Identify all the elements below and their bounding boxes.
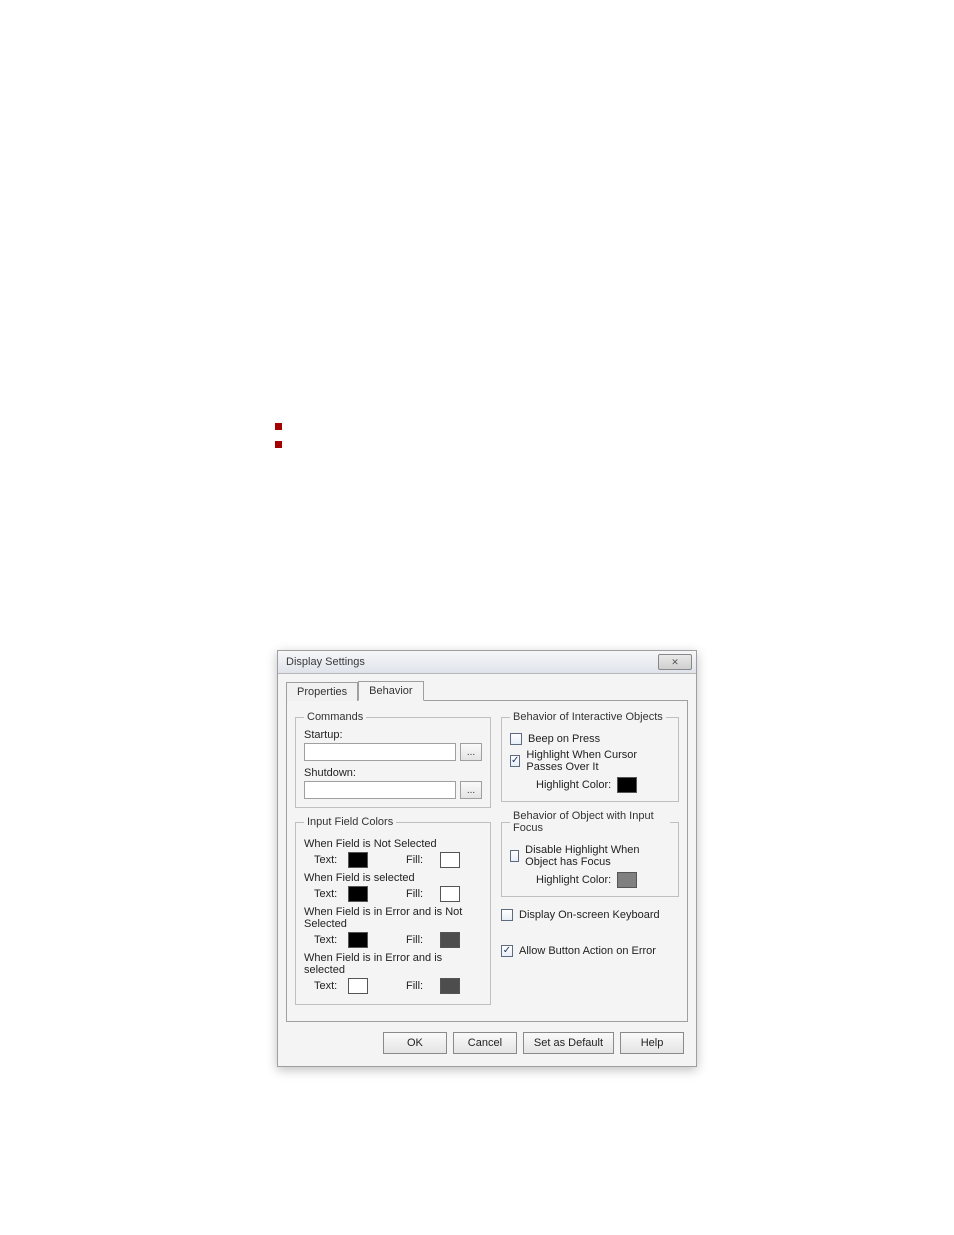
highlight-hover-checkbox[interactable]: ✓ [510,755,520,767]
fill-label: Fill: [406,980,436,992]
dialog-button-row: OK Cancel Set as Default Help [278,1022,696,1066]
error-not-selected-text-swatch[interactable] [348,932,368,948]
error-selected-fill-swatch[interactable] [440,978,460,994]
fill-label: Fill: [406,934,436,946]
error-not-selected-fill-swatch[interactable] [440,932,460,948]
tab-properties[interactable]: Properties [286,682,358,701]
commands-legend: Commands [304,711,366,723]
dialog-title: Display Settings [286,656,365,668]
fill-label: Fill: [406,888,436,900]
commands-group: Commands Startup: ... Shutdown: ... [295,711,491,808]
error-selected-heading: When Field is in Error and is selected [304,952,482,976]
selected-fill-swatch[interactable] [440,886,460,902]
onscreen-keyboard-label: Display On-screen Keyboard [519,909,660,921]
interactive-legend: Behavior of Interactive Objects [510,711,666,723]
startup-label: Startup: [304,729,482,741]
behavior-panel: Commands Startup: ... Shutdown: ... Inpu… [286,700,688,1022]
error-not-selected-heading: When Field is in Error and is Not Select… [304,906,482,930]
text-label: Text: [314,854,344,866]
right-column: Behavior of Interactive Objects Beep on … [501,711,679,961]
text-label: Text: [314,888,344,900]
interactive-objects-group: Behavior of Interactive Objects Beep on … [501,711,679,802]
input-field-colors-group: Input Field Colors When Field is Not Sel… [295,816,491,1005]
allow-button-error-checkbox[interactable]: ✓ [501,945,513,957]
onscreen-keyboard-checkbox[interactable] [501,909,513,921]
display-settings-dialog: Display Settings ✕ Properties Behavior C… [277,650,697,1067]
set-default-button[interactable]: Set as Default [523,1032,614,1054]
not-selected-fill-swatch[interactable] [440,852,460,868]
focus-highlight-swatch[interactable] [617,872,637,888]
cancel-button[interactable]: Cancel [453,1032,517,1054]
tab-row: Properties Behavior [278,674,696,700]
text-label: Text: [314,980,344,992]
beep-label: Beep on Press [528,733,600,745]
shutdown-input[interactable] [304,781,456,799]
focus-legend: Behavior of Object with Input Focus [510,810,670,834]
focus-highlight-color-label: Highlight Color: [536,874,611,886]
left-column: Commands Startup: ... Shutdown: ... Inpu… [295,711,491,1005]
fill-label: Fill: [406,854,436,866]
bullet-list [275,420,675,438]
allow-button-error-label: Allow Button Action on Error [519,945,656,957]
close-button[interactable]: ✕ [658,654,692,670]
selected-heading: When Field is selected [304,872,482,884]
selected-text-swatch[interactable] [348,886,368,902]
focus-behavior-group: Behavior of Object with Input Focus Disa… [501,810,679,897]
text-label: Text: [314,934,344,946]
colors-legend: Input Field Colors [304,816,396,828]
titlebar: Display Settings ✕ [278,651,696,674]
not-selected-text-swatch[interactable] [348,852,368,868]
startup-browse-button[interactable]: ... [460,743,482,761]
close-icon: ✕ [671,657,679,668]
highlight-color-label: Highlight Color: [536,779,611,791]
startup-input[interactable] [304,743,456,761]
not-selected-heading: When Field is Not Selected [304,838,482,850]
shutdown-label: Shutdown: [304,767,482,779]
disable-highlight-label: Disable Highlight When Object has Focus [525,844,670,868]
help-button[interactable]: Help [620,1032,684,1054]
disable-highlight-checkbox[interactable] [510,850,519,862]
tab-behavior[interactable]: Behavior [358,681,423,701]
interactive-highlight-swatch[interactable] [617,777,637,793]
error-selected-text-swatch[interactable] [348,978,368,994]
highlight-hover-label: Highlight When Cursor Passes Over It [526,749,670,773]
beep-checkbox[interactable] [510,733,522,745]
ok-button[interactable]: OK [383,1032,447,1054]
shutdown-browse-button[interactable]: ... [460,781,482,799]
